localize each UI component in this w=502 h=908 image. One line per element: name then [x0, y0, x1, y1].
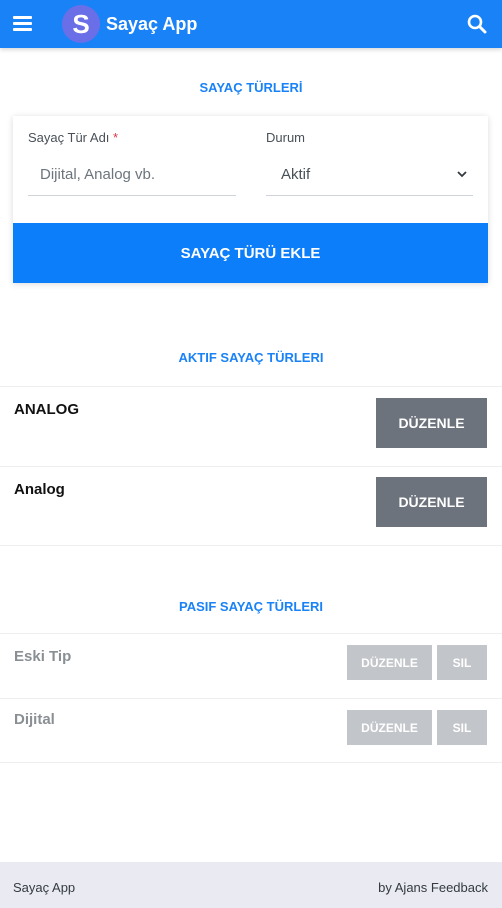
status-select[interactable]: Aktif — [266, 154, 473, 196]
required-mark: * — [113, 130, 119, 145]
type-name-input[interactable] — [28, 154, 236, 196]
active-section-title: AKTIF SAYAÇ TÜRLERI — [178, 350, 324, 365]
name-field-label: Sayaç Tür Adı * — [28, 130, 118, 145]
chevron-down-icon — [457, 171, 467, 178]
type-name: Analog — [14, 481, 65, 498]
edit-button[interactable]: DÜZENLE — [376, 398, 487, 448]
app-logo: S — [62, 5, 100, 43]
footer-credit: by Ajans Feedback — [378, 880, 488, 895]
footer-app-name: Sayaç App — [13, 880, 76, 895]
edit-button[interactable]: DÜZENLE — [347, 645, 432, 680]
list-item: Dijital DÜZENLE SIL — [0, 698, 502, 763]
add-type-button[interactable]: SAYAÇ TÜRÜ EKLE — [13, 223, 488, 283]
divider — [0, 545, 502, 546]
divider — [0, 762, 502, 763]
top-navbar: S Sayaç App — [0, 0, 502, 48]
list-item: Eski Tip DÜZENLE SIL — [0, 633, 502, 698]
form-section-title: SAYAÇ TÜRLERİ — [199, 80, 303, 95]
name-label-text: Sayaç Tür Adı — [28, 130, 110, 145]
type-name: Dijital — [14, 711, 55, 728]
type-name: Eski Tip — [14, 648, 72, 665]
app-title: Sayaç App — [106, 14, 198, 34]
page-footer: Sayaç App by Ajans Feedback — [0, 862, 502, 908]
type-name: ANALOG — [14, 401, 79, 418]
add-type-form: Sayaç Tür Adı * Durum Aktif SAYAÇ TÜRÜ E… — [13, 116, 488, 283]
passive-section-title: PASIF SAYAÇ TÜRLERI — [179, 599, 323, 614]
list-item: Analog DÜZENLE — [0, 466, 502, 546]
edit-button[interactable]: DÜZENLE — [347, 710, 432, 745]
menu-icon[interactable] — [13, 16, 32, 31]
delete-button[interactable]: SIL — [437, 710, 487, 745]
list-item: ANALOG DÜZENLE — [0, 386, 502, 466]
edit-button[interactable]: DÜZENLE — [376, 477, 487, 527]
status-select-value: Aktif — [281, 166, 311, 183]
status-field-label: Durum — [266, 130, 306, 145]
delete-button[interactable]: SIL — [437, 645, 487, 680]
search-icon[interactable] — [466, 13, 488, 35]
